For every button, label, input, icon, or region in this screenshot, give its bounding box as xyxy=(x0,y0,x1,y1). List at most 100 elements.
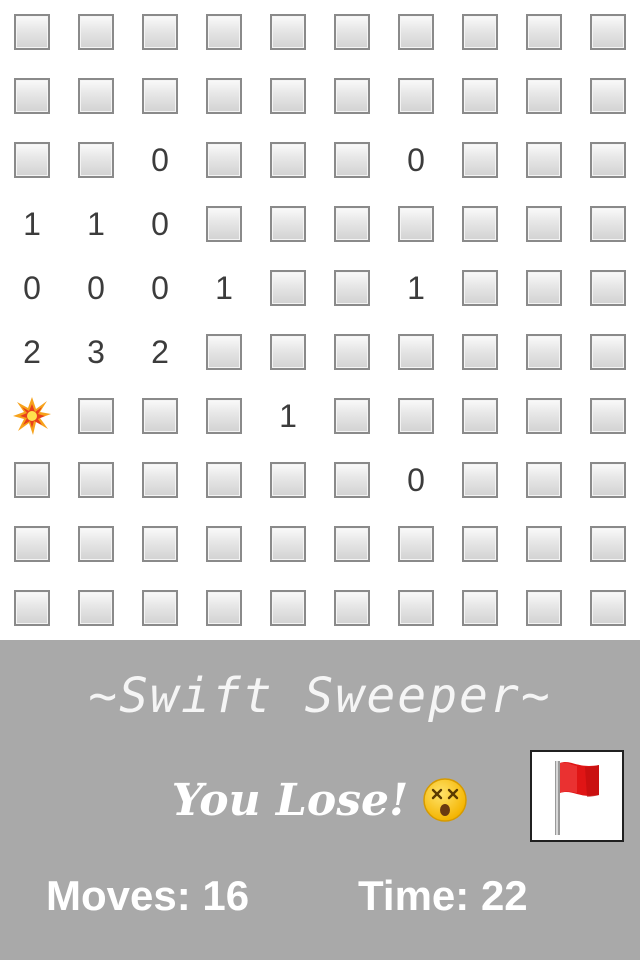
hidden-tile[interactable] xyxy=(14,142,50,178)
board-cell[interactable] xyxy=(448,384,512,448)
hidden-tile[interactable] xyxy=(334,462,370,498)
hidden-tile[interactable] xyxy=(270,334,306,370)
board-cell[interactable] xyxy=(448,320,512,384)
hidden-tile[interactable] xyxy=(14,78,50,114)
board-cell[interactable] xyxy=(320,0,384,64)
hidden-tile[interactable] xyxy=(206,398,242,434)
board-cell[interactable] xyxy=(64,0,128,64)
hidden-tile[interactable] xyxy=(78,462,114,498)
hidden-tile[interactable] xyxy=(590,142,626,178)
board-cell[interactable] xyxy=(512,64,576,128)
board-cell[interactable] xyxy=(576,256,640,320)
board-cell[interactable] xyxy=(128,576,192,640)
hidden-tile[interactable] xyxy=(590,270,626,306)
hidden-tile[interactable] xyxy=(526,206,562,242)
board-cell[interactable] xyxy=(192,192,256,256)
hidden-tile[interactable] xyxy=(206,526,242,562)
board-cell[interactable] xyxy=(320,448,384,512)
hidden-tile[interactable] xyxy=(270,78,306,114)
hidden-tile[interactable] xyxy=(78,526,114,562)
board-cell[interactable] xyxy=(384,320,448,384)
board-cell[interactable] xyxy=(192,448,256,512)
board-cell[interactable] xyxy=(64,64,128,128)
board-cell[interactable] xyxy=(256,512,320,576)
board-cell[interactable] xyxy=(320,128,384,192)
hidden-tile[interactable] xyxy=(398,590,434,626)
hidden-tile[interactable] xyxy=(462,14,498,50)
board-cell[interactable] xyxy=(448,0,512,64)
board-cell[interactable] xyxy=(192,64,256,128)
hidden-tile[interactable] xyxy=(590,398,626,434)
hidden-tile[interactable] xyxy=(142,462,178,498)
board-cell[interactable] xyxy=(512,384,576,448)
flag-mode-button[interactable] xyxy=(530,750,624,842)
hidden-tile[interactable] xyxy=(142,78,178,114)
hidden-tile[interactable] xyxy=(270,270,306,306)
hidden-tile[interactable] xyxy=(526,590,562,626)
hidden-tile[interactable] xyxy=(270,142,306,178)
hidden-tile[interactable] xyxy=(526,78,562,114)
board-cell[interactable] xyxy=(512,128,576,192)
hidden-tile[interactable] xyxy=(14,14,50,50)
hidden-tile[interactable] xyxy=(206,142,242,178)
board-cell[interactable] xyxy=(320,384,384,448)
board-cell[interactable] xyxy=(448,448,512,512)
hidden-tile[interactable] xyxy=(78,14,114,50)
board-cell[interactable] xyxy=(448,192,512,256)
hidden-tile[interactable] xyxy=(334,270,370,306)
board-cell[interactable] xyxy=(448,512,512,576)
board-cell[interactable] xyxy=(448,64,512,128)
board-cell[interactable] xyxy=(320,64,384,128)
board-cell[interactable] xyxy=(128,64,192,128)
hidden-tile[interactable] xyxy=(142,14,178,50)
hidden-tile[interactable] xyxy=(462,142,498,178)
board-cell[interactable] xyxy=(256,256,320,320)
board-cell[interactable] xyxy=(384,0,448,64)
board-cell[interactable] xyxy=(576,512,640,576)
board-cell[interactable] xyxy=(64,128,128,192)
board-cell[interactable] xyxy=(192,576,256,640)
hidden-tile[interactable] xyxy=(78,590,114,626)
board-cell[interactable] xyxy=(256,128,320,192)
board-cell[interactable] xyxy=(192,0,256,64)
board-cell[interactable] xyxy=(0,128,64,192)
board-cell[interactable] xyxy=(384,384,448,448)
hidden-tile[interactable] xyxy=(14,590,50,626)
hidden-tile[interactable] xyxy=(142,590,178,626)
hidden-tile[interactable] xyxy=(398,14,434,50)
hidden-tile[interactable] xyxy=(590,462,626,498)
board-cell[interactable] xyxy=(576,384,640,448)
board-cell[interactable] xyxy=(256,576,320,640)
board-cell[interactable] xyxy=(320,192,384,256)
board-cell[interactable] xyxy=(192,128,256,192)
hidden-tile[interactable] xyxy=(462,526,498,562)
hidden-tile[interactable] xyxy=(206,590,242,626)
board-cell[interactable] xyxy=(448,256,512,320)
hidden-tile[interactable] xyxy=(462,590,498,626)
board-cell[interactable] xyxy=(320,576,384,640)
board-cell[interactable] xyxy=(512,512,576,576)
hidden-tile[interactable] xyxy=(78,142,114,178)
hidden-tile[interactable] xyxy=(398,334,434,370)
board-cell[interactable] xyxy=(384,576,448,640)
hidden-tile[interactable] xyxy=(206,462,242,498)
board-cell[interactable] xyxy=(0,448,64,512)
hidden-tile[interactable] xyxy=(334,590,370,626)
board-cell[interactable] xyxy=(384,192,448,256)
board-cell[interactable] xyxy=(320,256,384,320)
hidden-tile[interactable] xyxy=(334,142,370,178)
hidden-tile[interactable] xyxy=(334,206,370,242)
hidden-tile[interactable] xyxy=(526,334,562,370)
hidden-tile[interactable] xyxy=(206,206,242,242)
board-cell[interactable] xyxy=(576,192,640,256)
board-cell[interactable] xyxy=(576,576,640,640)
board-cell[interactable] xyxy=(256,192,320,256)
board-cell[interactable] xyxy=(384,512,448,576)
hidden-tile[interactable] xyxy=(78,78,114,114)
hidden-tile[interactable] xyxy=(206,334,242,370)
board-cell[interactable] xyxy=(64,448,128,512)
board-cell[interactable] xyxy=(192,512,256,576)
board-cell[interactable] xyxy=(256,64,320,128)
hidden-tile[interactable] xyxy=(334,78,370,114)
hidden-tile[interactable] xyxy=(526,398,562,434)
